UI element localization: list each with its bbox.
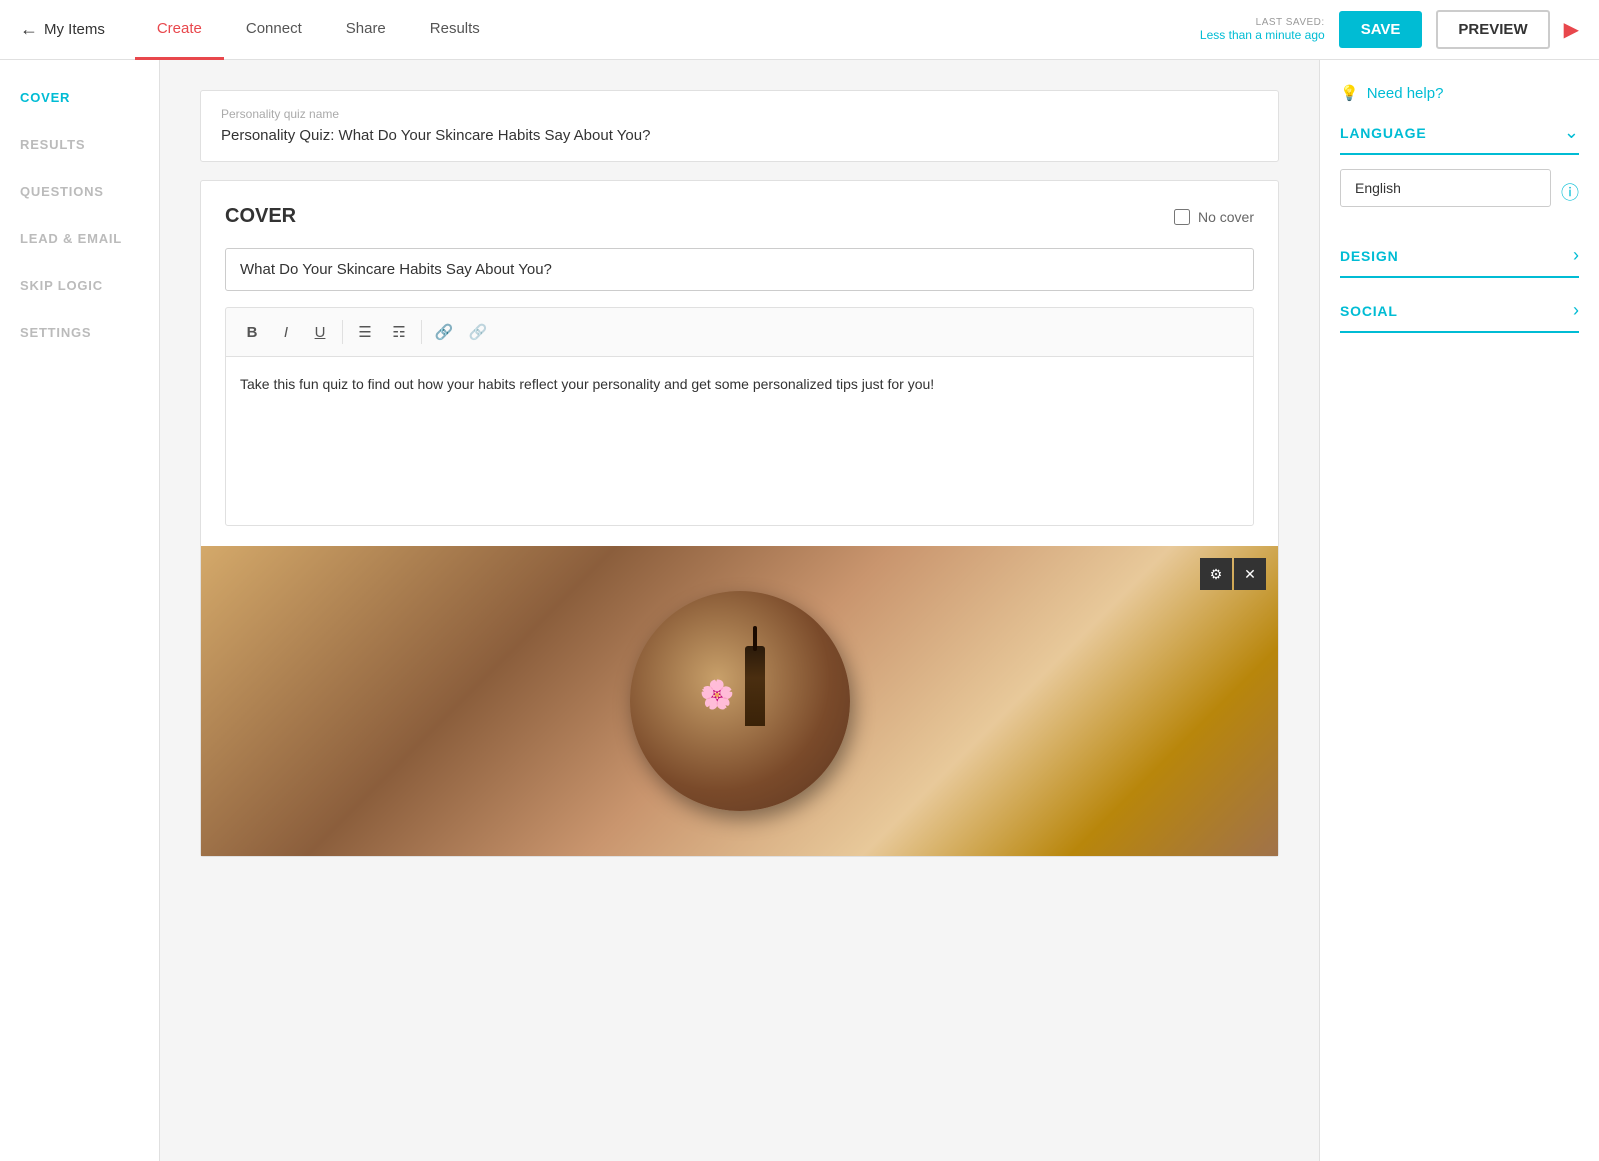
tab-connect[interactable]: Connect xyxy=(224,0,324,60)
sidebar: COVER RESULTS QUESTIONS LEAD & EMAIL SKI… xyxy=(0,60,160,1161)
last-saved-time: Less than a minute ago xyxy=(1200,28,1325,42)
editor-toolbar: B I U ☰ ☶ 🔗 🔗 xyxy=(225,307,1254,356)
image-remove-button[interactable]: ✕ xyxy=(1234,558,1266,590)
toolbar-divider-1 xyxy=(342,320,343,344)
social-section-row[interactable]: SOCIAL › xyxy=(1340,290,1579,333)
lightbulb-icon: 💡 xyxy=(1340,84,1359,102)
need-help-link[interactable]: 💡 Need help? xyxy=(1340,84,1579,102)
numbered-list-button[interactable]: ☶ xyxy=(383,316,415,348)
image-controls: ⚙ ✕ xyxy=(1200,558,1266,590)
cover-card-title: COVER xyxy=(225,205,296,228)
quiz-name-label: Personality quiz name xyxy=(221,107,1258,121)
image-settings-button[interactable]: ⚙ xyxy=(1200,558,1232,590)
italic-button[interactable]: I xyxy=(270,316,302,348)
bullet-list-button[interactable]: ☰ xyxy=(349,316,381,348)
flowers-decoration: 🌸 xyxy=(700,681,760,721)
last-saved: LAST SAVED: Less than a minute ago xyxy=(1200,17,1325,42)
tab-create[interactable]: Create xyxy=(135,0,224,60)
content-area: Personality quiz name COVER No cover B I… xyxy=(160,60,1319,1161)
cover-image: 🌸 xyxy=(201,546,1278,856)
toolbar-divider-2 xyxy=(421,320,422,344)
design-chevron-icon: › xyxy=(1573,245,1579,266)
image-container: 🌸 ⚙ ✕ xyxy=(201,546,1278,856)
sidebar-item-lead-email[interactable]: LEAD & EMAIL xyxy=(20,231,139,246)
design-section-title: DESIGN xyxy=(1340,248,1398,264)
underline-button[interactable]: U xyxy=(304,316,336,348)
social-chevron-icon: › xyxy=(1573,300,1579,321)
cover-card-header: COVER No cover xyxy=(225,205,1254,228)
sidebar-item-results[interactable]: RESULTS xyxy=(20,137,139,152)
no-cover-label[interactable]: No cover xyxy=(1174,209,1254,225)
sidebar-item-cover[interactable]: COVER xyxy=(20,90,139,105)
quiz-name-card: Personality quiz name xyxy=(200,90,1279,162)
nav-tabs: Create Connect Share Results xyxy=(135,0,1200,60)
editor-body[interactable]: Take this fun quiz to find out how your … xyxy=(225,356,1254,526)
preview-button[interactable]: PREVIEW xyxy=(1436,10,1549,49)
language-chevron-icon: ⌄ xyxy=(1564,122,1579,143)
no-cover-checkbox[interactable] xyxy=(1174,209,1190,225)
quiz-title-input[interactable] xyxy=(225,248,1254,291)
design-section-row[interactable]: DESIGN › xyxy=(1340,235,1579,278)
sidebar-item-settings[interactable]: SETTINGS xyxy=(20,325,139,340)
main-layout: COVER RESULTS QUESTIONS LEAD & EMAIL SKI… xyxy=(0,60,1599,1161)
save-button[interactable]: SAVE xyxy=(1339,11,1423,48)
bottle-dropper xyxy=(753,626,757,651)
tab-results[interactable]: Results xyxy=(408,0,502,60)
back-arrow-icon: ← xyxy=(20,19,38,40)
language-section-header[interactable]: LANGUAGE ⌄ xyxy=(1340,122,1579,155)
social-section-title: SOCIAL xyxy=(1340,303,1398,319)
nav-right: LAST SAVED: Less than a minute ago SAVE … xyxy=(1200,10,1579,49)
share-icon[interactable]: ▶ xyxy=(1564,17,1579,42)
sidebar-item-skip-logic[interactable]: SKIP LOGIC xyxy=(20,278,139,293)
last-saved-label: LAST SAVED: xyxy=(1200,17,1325,28)
bold-button[interactable]: B xyxy=(236,316,268,348)
unlink-button[interactable]: 🔗 xyxy=(462,316,494,348)
language-select[interactable]: English Spanish French German Portuguese xyxy=(1340,169,1551,207)
tab-share[interactable]: Share xyxy=(324,0,408,60)
language-section-title: LANGUAGE xyxy=(1340,125,1427,141)
quiz-name-input[interactable] xyxy=(221,127,1258,144)
right-panel: 💡 Need help? LANGUAGE ⌄ English Spanish … xyxy=(1319,60,1599,1161)
language-row: English Spanish French German Portuguese… xyxy=(1340,169,1579,215)
back-label: My Items xyxy=(44,21,105,38)
sidebar-item-questions[interactable]: QUESTIONS xyxy=(20,184,139,199)
back-to-my-items[interactable]: ← My Items xyxy=(20,19,105,40)
top-nav: ← My Items Create Connect Share Results … xyxy=(0,0,1599,60)
cover-card: COVER No cover B I U ☰ ☶ 🔗 🔗 xyxy=(200,180,1279,857)
language-help-icon[interactable]: ⓘ xyxy=(1561,179,1579,205)
link-button[interactable]: 🔗 xyxy=(428,316,460,348)
